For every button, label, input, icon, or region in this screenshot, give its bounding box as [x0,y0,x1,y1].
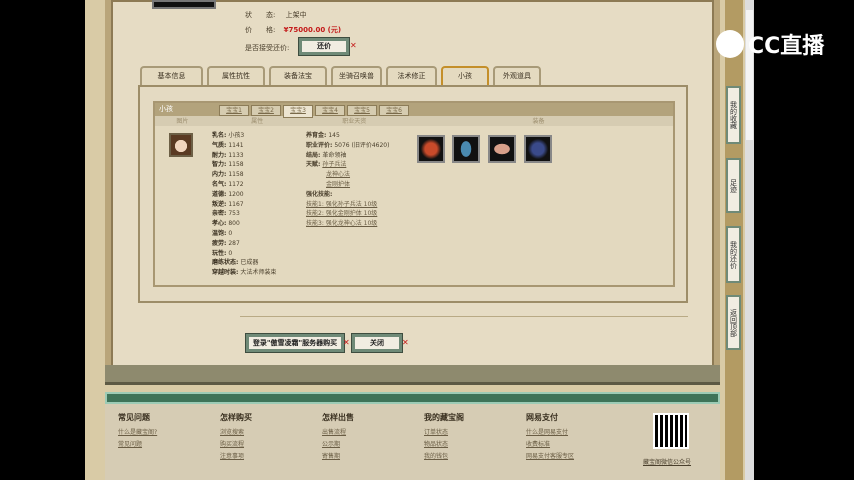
price-row: 价 格: ¥75000.00 (元) [245,26,342,34]
footer-col-faq: 常见问题 什么是藏宝阁? 常见问题 [118,412,157,451]
tab-child[interactable]: 小孩 [441,66,489,85]
skill-link[interactable]: 技能1: 强化孙子兵法 10级 [306,200,389,210]
job-talents: 养育金: 145 职业评价: 5076 (旧评价4620) 结局: 革命领袖 天… [306,132,390,229]
footer-link[interactable]: 订单状态 [424,427,464,439]
footer-link[interactable]: 什么是藏宝阁? [118,427,157,439]
cc-logo-icon [716,30,744,58]
subtab-baby-5[interactable]: 宝宝5 [347,105,377,116]
subtab-baby-3[interactable]: 宝宝3 [283,105,313,118]
footer-link[interactable]: 浏览搜索 [220,427,252,439]
attribute-row: 乳名: 小孩3 [212,132,245,139]
qr-caption: 藏宝阁微信公众号 [643,459,692,466]
footer-link[interactable]: 寄售期 [322,451,354,463]
footer-link[interactable]: 购买流程 [220,439,252,451]
equipment-slot-1[interactable] [417,135,445,163]
equipment-slot-2[interactable] [452,135,480,163]
tab-equipment[interactable]: 装备法宝 [269,66,327,85]
attribute-row: 智力: 1158 [212,161,244,169]
equipment-slot-4[interactable] [524,135,552,163]
skill-link[interactable]: 技能3: 强化龙神心法 10级 [306,219,389,229]
child-section-title: 小孩 [159,105,173,113]
close-mark-icon: ✕ [402,338,409,347]
subtab-baby-4[interactable]: 宝宝4 [315,105,345,116]
attribute-row: 温饱: 0 [212,229,233,237]
footer-link[interactable]: 网易支付客服专区 [526,451,574,463]
tab-basic[interactable]: 基本信息 [140,66,203,85]
sidebar-back-to-top[interactable]: 返回顶部 [726,295,741,350]
attribute-row: 疲劳: 287 [212,239,240,247]
child-attributes: 乳名: 小孩3 气质: 1141 耐力: 1133 智力: 1158 内力: 1158 名… [212,131,276,278]
divider [240,316,688,317]
subtab-baby-1[interactable]: 宝宝1 [219,105,249,116]
footer-link[interactable]: 出售流程 [322,427,354,439]
skill-link[interactable]: 技能2: 强化金刚护体 10级 [306,209,389,219]
attribute-row: 叛逆: 1167 [212,200,244,208]
footer-col-buy: 怎样购买 浏览搜索 购买流程 注意事项 [220,412,252,463]
attribute-row: 内力: 1158 [212,171,244,179]
counter-offer-button[interactable]: 还价 [298,37,350,56]
close-mark-icon: ✕ [350,41,357,50]
footer-col-pay: 网易支付 什么是网易支付 收费标准 网易支付客服专区 [526,412,574,463]
close-button[interactable]: 关闭 [351,333,403,353]
footer-link[interactable]: 我的钱包 [424,451,464,463]
tab-spells[interactable]: 法术修正 [386,66,437,85]
footer-col-sell: 怎样出售 出售流程 公示期 寄售期 [322,412,354,463]
footer-link[interactable]: 常见问题 [118,439,157,451]
attribute-row: 亲密: 753 [212,210,240,218]
tab-attributes[interactable]: 属性抗性 [207,66,265,85]
footer: 常见问题 什么是藏宝阁? 常见问题 怎样购买 浏览搜索 购买流程 注意事项 怎样出售 出售流… [105,392,720,480]
subtab-baby-2[interactable]: 宝宝2 [251,105,281,116]
attribute-row: 道德: 1200 [212,190,244,198]
footer-link[interactable]: 物品状态 [424,439,464,451]
counter-offer-label: 是否接受还价: [245,44,290,52]
sidebar-history[interactable]: 足迹 [726,158,741,213]
sidebar-favorites[interactable]: 我的收藏 [726,86,741,144]
footer-link[interactable]: 公示期 [322,439,354,451]
attribute-row: 玩性: 0 [212,249,233,257]
attribute-row: 气质: 1141 [212,141,244,149]
footer-bar [105,392,720,404]
footer-col-my: 我的藏宝阁 订单状态 物品状态 我的钱包 [424,412,464,463]
tab-appearance[interactable]: 外观道具 [493,66,541,85]
talent-link[interactable]: 龙神心法 [326,171,350,178]
footer-link[interactable]: 什么是网易支付 [526,427,574,439]
attribute-row: 名气: 1172 [212,180,244,188]
talent-link[interactable]: 金刚护体 [326,181,350,188]
close-mark-icon: ✕ [343,338,350,347]
sidebar-my-offers[interactable]: 我的还价 [726,226,741,283]
attribute-row: 孝心: 800 [212,220,240,228]
right-sidebar: 我的收藏 足迹 我的还价 返回顶部 [725,0,743,480]
subtab-baby-6[interactable]: 宝宝6 [379,105,409,116]
attribute-row: 穿越时装: 大法术师装束 [212,269,277,277]
equipment-slot-3[interactable] [488,135,516,163]
qr-code [653,413,689,449]
child-avatar [169,133,193,157]
col-image: 图片 [176,118,189,125]
item-thumbnail [152,0,216,9]
talent-link[interactable]: 孙子兵法 [322,161,346,168]
panel-bottom-border [105,365,720,385]
scrollbar[interactable] [745,0,754,480]
tab-mounts[interactable]: 坐骑召唤兽 [331,66,382,85]
detail-tabs: 基本信息 属性抗性 装备法宝 坐骑召唤兽 法术修正 小孩 外观道具 [140,66,541,85]
attribute-row: 磨练状态: 已成器 [212,259,259,267]
footer-link[interactable]: 收费标准 [526,439,574,451]
status-row: 状 态: 上架中 [245,11,307,19]
attribute-row: 耐力: 1133 [212,151,244,159]
watermark-logo: CC直播 [716,28,824,60]
col-equipment: 装备 [532,118,545,125]
footer-link[interactable]: 注意事项 [220,451,252,463]
login-buy-button[interactable]: 登录"傲雪凌霜"服务器购买 [245,333,345,353]
